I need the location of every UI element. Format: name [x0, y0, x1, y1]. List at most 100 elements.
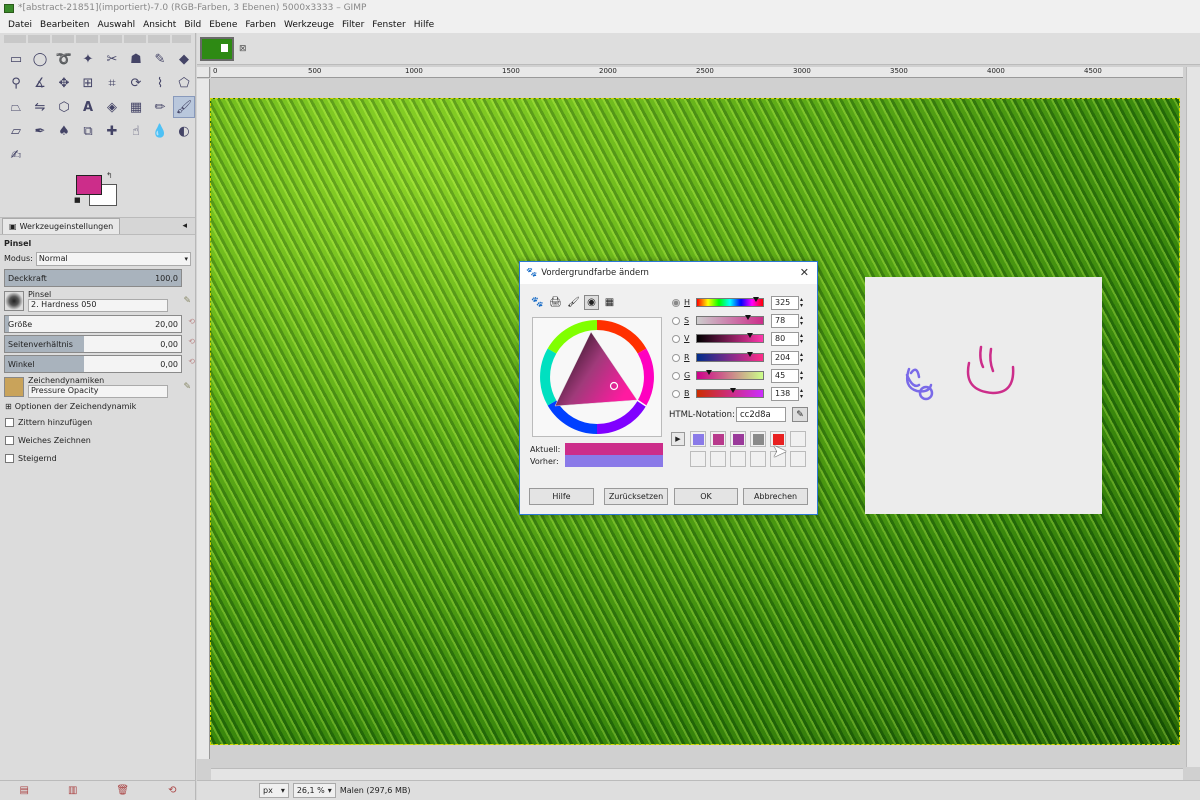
move-icon[interactable]: ✥: [53, 72, 75, 94]
smooth-checkbox[interactable]: Weiches Zeichnen: [0, 431, 195, 449]
ink-icon[interactable]: ♠: [53, 120, 75, 142]
eraser-icon[interactable]: ▱: [5, 120, 27, 142]
s-slider[interactable]: [696, 315, 764, 325]
brush-name-field[interactable]: 2. Hardness 050: [28, 299, 168, 312]
mode-select[interactable]: Normal ▾: [35, 251, 191, 266]
menu-werkzeuge[interactable]: Werkzeuge: [280, 20, 338, 30]
b-slider[interactable]: [696, 388, 764, 398]
scissors-icon[interactable]: ✂: [101, 48, 123, 70]
add-to-history-icon[interactable]: ▶: [671, 432, 685, 446]
jitter-checkbox[interactable]: Zittern hinzufügen: [0, 413, 195, 431]
rect-select-icon[interactable]: ▭: [5, 48, 27, 70]
unit-select[interactable]: px ▾: [259, 783, 289, 798]
h-value-input[interactable]: 325: [771, 295, 799, 310]
menu-bearbeiten[interactable]: Bearbeiten: [36, 20, 93, 30]
spin-arrows-icon[interactable]: ▴ ▾: [800, 332, 803, 345]
gradient-icon[interactable]: ▦: [125, 96, 147, 118]
dynamics-name-field[interactable]: Pressure Opacity: [28, 385, 168, 398]
menu-fenster[interactable]: Fenster: [368, 20, 409, 30]
delete-options-icon[interactable]: 🗑: [116, 785, 129, 796]
reset-icon[interactable]: ⟲: [188, 317, 195, 326]
spin-arrows-icon[interactable]: ▴ ▾: [800, 314, 803, 327]
cmyk-printer-icon[interactable]: 🖨: [548, 295, 563, 310]
channel-radio[interactable]: [672, 316, 680, 325]
color-picker-icon[interactable]: ✎: [792, 407, 808, 422]
incremental-checkbox[interactable]: Steigernd: [0, 449, 195, 467]
history-swatch-empty[interactable]: [730, 451, 746, 467]
channel-radio[interactable]: [672, 371, 680, 380]
horizontal-scrollbar[interactable]: [211, 768, 1183, 780]
lasso-icon[interactable]: ➰: [53, 48, 75, 70]
blur-icon[interactable]: 💧: [149, 120, 171, 142]
zoom-icon[interactable]: ⚲: [5, 72, 27, 94]
image-tab-thumbnail[interactable]: [200, 36, 234, 61]
measure-icon[interactable]: ∡: [29, 72, 51, 94]
paths-icon[interactable]: ✎: [149, 48, 171, 70]
color-wheel-area[interactable]: [532, 317, 662, 437]
paintbrush-icon[interactable]: 🖌: [173, 96, 195, 118]
menu-datei[interactable]: Datei: [4, 20, 36, 30]
reset-icon[interactable]: ⟲: [188, 357, 195, 366]
previous-color-swatch[interactable]: [565, 455, 663, 467]
crop-icon[interactable]: ⌗: [101, 72, 123, 94]
ruler-corner[interactable]: [197, 67, 210, 78]
size-slider[interactable]: Größe 20,00 ⟲: [4, 315, 195, 333]
history-swatch-empty[interactable]: [750, 451, 766, 467]
ok-button[interactable]: OK: [674, 488, 738, 505]
vertical-scrollbar[interactable]: [1186, 67, 1200, 767]
horizontal-ruler[interactable]: 0 500 1000 1500 2000 2500 3000 3500 4000…: [211, 67, 1183, 78]
swap-colors-icon[interactable]: ↰: [106, 171, 113, 180]
edit-brush-icon[interactable]: ✎: [183, 296, 191, 306]
warp-icon[interactable]: ⌇: [149, 72, 171, 94]
spin-arrows-icon[interactable]: ▴ ▾: [800, 296, 803, 309]
s-value-input[interactable]: 78: [771, 313, 799, 328]
close-icon[interactable]: ✕: [800, 266, 809, 279]
text-icon[interactable]: A: [77, 96, 99, 118]
dynamics-options-expander[interactable]: ⊞ Optionen der Zeichendynamik: [0, 399, 195, 413]
restore-options-icon[interactable]: ▥: [68, 785, 77, 796]
pencil-icon[interactable]: ✏: [149, 96, 171, 118]
history-swatch-empty[interactable]: [790, 451, 806, 467]
spin-arrows-icon[interactable]: ▴ ▾: [800, 351, 803, 364]
bucket-fill-icon[interactable]: ◈: [101, 96, 123, 118]
close-icon[interactable]: ⊠: [239, 44, 247, 54]
cancel-button[interactable]: Abbrechen: [743, 488, 808, 505]
help-button[interactable]: Hilfe: [529, 488, 594, 505]
fuzzy-select-icon[interactable]: ✦: [77, 48, 99, 70]
menu-ebene[interactable]: Ebene: [205, 20, 241, 30]
flip-icon[interactable]: ⇋: [29, 96, 51, 118]
v-slider[interactable]: [696, 333, 764, 343]
menu-hilfe[interactable]: Hilfe: [410, 20, 438, 30]
r-slider[interactable]: [696, 352, 764, 362]
menu-ansicht[interactable]: Ansicht: [139, 20, 180, 30]
reset-button[interactable]: Zurücksetzen: [604, 488, 668, 505]
foreground-select-icon[interactable]: ☗: [125, 48, 147, 70]
unified-transform-icon[interactable]: ⟳: [125, 72, 147, 94]
default-colors-icon[interactable]: ■: [74, 196, 81, 204]
r-value-input[interactable]: 204: [771, 350, 799, 365]
g-slider[interactable]: [696, 370, 764, 380]
angle-slider[interactable]: Winkel 0,00 ⟲: [4, 355, 195, 373]
h-slider[interactable]: [696, 297, 764, 307]
handle-transform-icon[interactable]: ⬡: [53, 96, 75, 118]
tab-tool-options[interactable]: ▣ Werkzeugeinstellungen: [2, 218, 121, 234]
menu-farben[interactable]: Farben: [241, 20, 280, 30]
aspect-slider[interactable]: Seitenverhältnis 0,00 ⟲: [4, 335, 195, 353]
spin-arrows-icon[interactable]: ▴ ▾: [800, 369, 803, 382]
dynamics-preview[interactable]: [4, 377, 24, 397]
foreground-color-swatch[interactable]: [76, 175, 102, 195]
gimp-selector-icon[interactable]: 🐾: [530, 295, 545, 310]
reset-options-icon[interactable]: ⟲: [168, 785, 176, 796]
v-value-input[interactable]: 80: [771, 331, 799, 346]
history-swatch[interactable]: [710, 431, 726, 447]
airbrush-icon[interactable]: ✒: [29, 120, 51, 142]
g-value-input[interactable]: 45: [771, 368, 799, 383]
save-options-icon[interactable]: ▤: [20, 785, 29, 796]
align-icon[interactable]: ⊞: [77, 72, 99, 94]
smudge-icon[interactable]: ☝: [125, 120, 147, 142]
ellipse-select-icon[interactable]: ◯: [29, 48, 51, 70]
brush-preview[interactable]: [4, 291, 24, 311]
color-wheel-icon[interactable]: ◉: [584, 295, 599, 310]
dodge-burn-icon[interactable]: ◐: [173, 120, 195, 142]
palette-icon[interactable]: ▦: [602, 295, 617, 310]
